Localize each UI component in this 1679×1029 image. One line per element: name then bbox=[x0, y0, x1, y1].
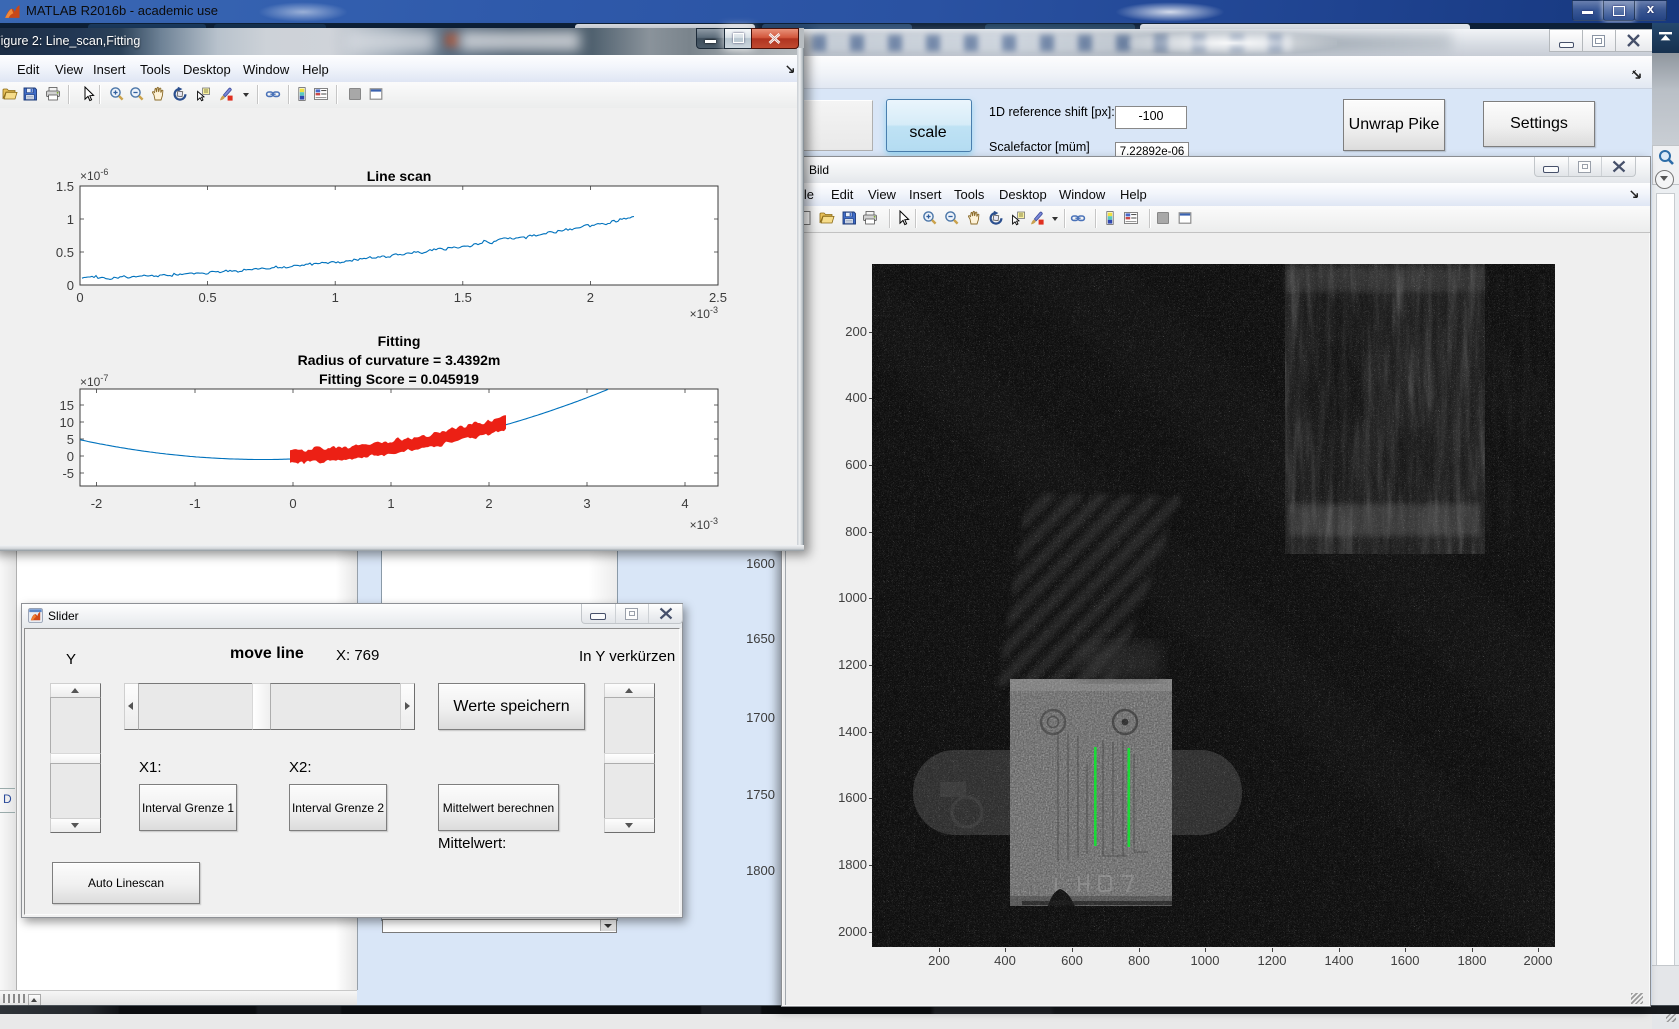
svg-text:Radius of curvature = 3.4392m: Radius of curvature = 3.4392m bbox=[298, 352, 501, 368]
svg-text:0: 0 bbox=[76, 290, 83, 305]
svg-text:×10-6: ×10-6 bbox=[80, 167, 108, 183]
svg-text:15: 15 bbox=[60, 398, 74, 413]
svg-text:1: 1 bbox=[67, 212, 74, 227]
svg-text:-2: -2 bbox=[91, 496, 103, 511]
svg-text:×10-3: ×10-3 bbox=[690, 305, 718, 321]
svg-text:0: 0 bbox=[289, 496, 296, 511]
svg-text:10: 10 bbox=[60, 415, 74, 430]
svg-text:2: 2 bbox=[485, 496, 492, 511]
svg-text:Fitting: Fitting bbox=[378, 333, 421, 349]
svg-text:2.5: 2.5 bbox=[709, 290, 727, 305]
svg-text:3: 3 bbox=[583, 496, 590, 511]
svg-text:2: 2 bbox=[587, 290, 594, 305]
svg-text:1: 1 bbox=[332, 290, 339, 305]
svg-text:Line scan: Line scan bbox=[367, 168, 432, 184]
svg-text:4: 4 bbox=[681, 496, 688, 511]
svg-text:0.5: 0.5 bbox=[56, 245, 74, 260]
svg-text:×10-7: ×10-7 bbox=[80, 373, 108, 389]
svg-text:0: 0 bbox=[67, 449, 74, 464]
svg-text:1.5: 1.5 bbox=[56, 179, 74, 194]
svg-text:×10-3: ×10-3 bbox=[690, 516, 718, 532]
svg-text:1.5: 1.5 bbox=[454, 290, 472, 305]
svg-text:-1: -1 bbox=[189, 496, 201, 511]
svg-text:0: 0 bbox=[67, 278, 74, 293]
svg-text:-5: -5 bbox=[62, 466, 74, 481]
svg-text:0.5: 0.5 bbox=[199, 290, 217, 305]
svg-text:Fitting Score = 0.045919: Fitting Score = 0.045919 bbox=[319, 371, 479, 387]
svg-text:1: 1 bbox=[387, 496, 394, 511]
svg-text:5: 5 bbox=[67, 432, 74, 447]
